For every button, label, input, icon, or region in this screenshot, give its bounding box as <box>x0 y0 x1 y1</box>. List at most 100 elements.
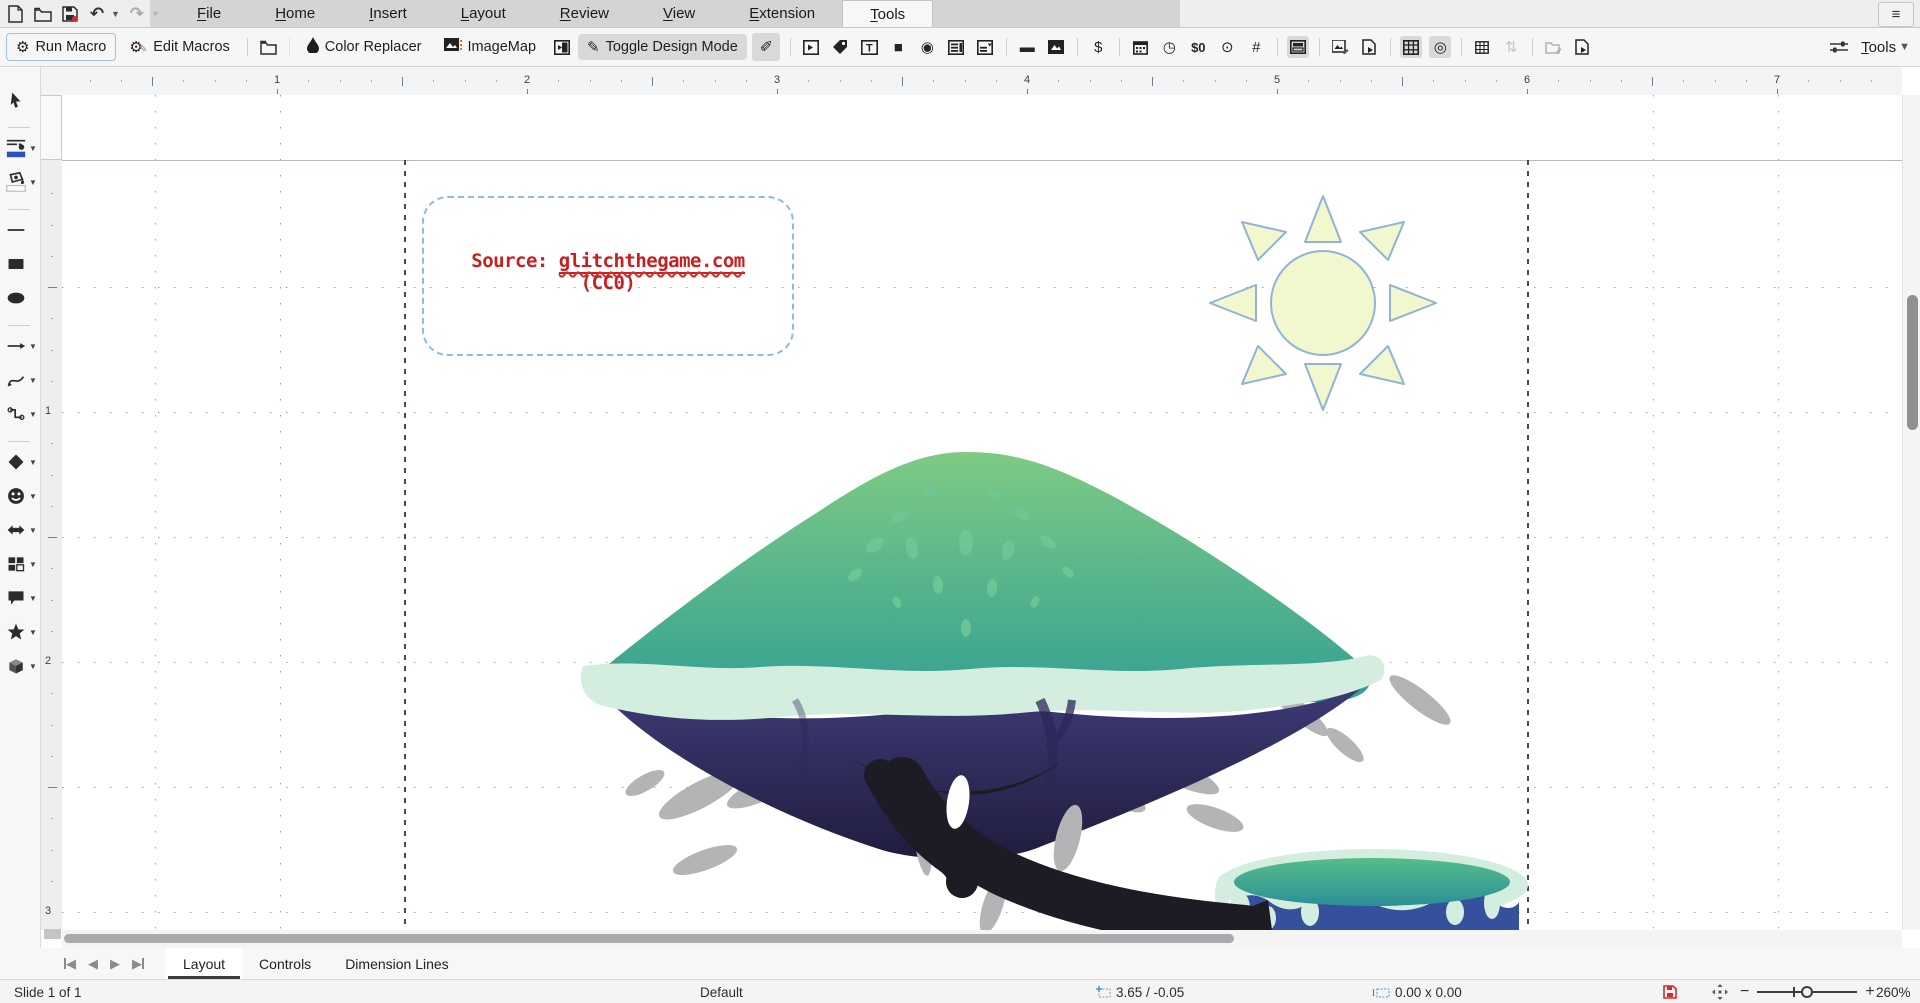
numeric-field-icon[interactable]: $0 <box>1187 36 1209 58</box>
menu-tab-tools[interactable]: Tools <box>842 0 933 27</box>
zoom-slider-knob[interactable] <box>1801 986 1813 998</box>
push-button-icon[interactable]: ▬ <box>1016 36 1038 58</box>
option-button-icon[interactable]: ◉ <box>916 36 938 58</box>
edit-macros-button[interactable]: ⚙✎ Edit Macros <box>120 34 238 60</box>
chevron-down-icon[interactable]: ▼ <box>29 410 37 419</box>
lines-and-arrows-tool[interactable]: ▼ <box>2 333 38 359</box>
last-layer-button[interactable]: ▶ <box>132 956 144 972</box>
currency-field-icon[interactable]: $ <box>1087 36 1109 58</box>
slide-canvas[interactable]: Source: glitchthegame.com (CC0) <box>62 95 1902 930</box>
symbol-shapes-tool[interactable]: ▼ <box>2 483 38 509</box>
fit-slide-icon[interactable] <box>1712 980 1728 1003</box>
navigation-bar-icon[interactable]: ◎ <box>1429 36 1451 58</box>
text-box-icon[interactable]: T <box>858 36 880 58</box>
undo-dropdown-arrow[interactable]: ▼ <box>111 9 120 19</box>
layer-tab-layout[interactable]: Layout <box>166 948 242 979</box>
menu-tab-review[interactable]: Review <box>533 0 636 27</box>
menu-tab-extension[interactable]: Extension <box>722 0 842 27</box>
connectors-tool[interactable]: ▼ <box>2 401 38 427</box>
block-arrows-tool[interactable]: ▼ <box>2 517 38 543</box>
tools-toolbar: ⚙ Run Macro ⚙✎ Edit Macros Color Replace… <box>0 28 1920 67</box>
show-form-icon[interactable] <box>800 36 822 58</box>
chevron-down-icon[interactable]: ▼ <box>29 560 37 569</box>
toggle-design-mode-button[interactable]: ✎ Toggle Design Mode <box>578 34 747 60</box>
redo-dropdown-arrow[interactable]: ▼ <box>151 9 160 19</box>
basic-macros-folder-icon[interactable] <box>257 36 279 58</box>
fill-color-tool[interactable]: ▼ <box>2 169 38 195</box>
time-field-icon[interactable]: ◷ <box>1158 36 1180 58</box>
chevron-down-icon[interactable]: ▼ <box>29 376 37 385</box>
first-layer-button[interactable]: ◀ <box>64 956 76 972</box>
horizontal-scrollbar-thumb[interactable] <box>64 934 1234 943</box>
table-control-icon[interactable] <box>1400 36 1422 58</box>
rectangle-tool[interactable] <box>2 251 38 277</box>
threed-objects-tool[interactable]: ▼ <box>2 653 38 679</box>
pattern-field-icon[interactable]: ⊙ <box>1216 36 1238 58</box>
menu-tab-view[interactable]: View <box>636 0 722 27</box>
menubar-hamburger-button[interactable]: ≡ <box>1878 2 1914 27</box>
basic-shapes-tool[interactable]: ▼ <box>2 449 38 475</box>
save-icon[interactable] <box>60 4 80 24</box>
grid-control-icon[interactable] <box>1471 36 1493 58</box>
chevron-down-icon[interactable]: ▼ <box>29 342 37 351</box>
label-field-icon[interactable] <box>829 36 851 58</box>
chevron-down-icon[interactable]: ▼ <box>29 628 37 637</box>
ellipse-tool[interactable] <box>2 285 38 311</box>
source-text-box[interactable]: Source: glitchthegame.com (CC0) <box>422 196 794 356</box>
zoom-out-button[interactable]: − <box>1740 983 1749 1001</box>
chevron-down-icon[interactable]: ▼ <box>29 526 37 535</box>
toolbar-separator <box>1390 38 1391 56</box>
menu-tab-insert[interactable]: Insert <box>342 0 434 27</box>
horizontal-ruler[interactable]: 1234567 <box>40 67 1902 96</box>
layer-tab-controls[interactable]: Controls <box>242 948 328 979</box>
next-layer-button[interactable]: ▶ <box>110 956 120 972</box>
new-document-icon[interactable] <box>6 4 26 24</box>
check-box-icon[interactable]: ■ <box>887 36 909 58</box>
insert-line-tool[interactable] <box>2 217 38 243</box>
show-form-properties-icon[interactable] <box>551 36 573 58</box>
chevron-down-icon[interactable]: ▼ <box>29 144 37 153</box>
stars-banners-tool[interactable]: ▼ <box>2 619 38 645</box>
menu-tab-home[interactable]: Home <box>248 0 342 27</box>
chevron-down-icon[interactable]: ▼ <box>29 594 37 603</box>
document-modified-icon[interactable] <box>1663 980 1677 1003</box>
undo-icon[interactable]: ↶ <box>87 4 107 24</box>
date-field-icon[interactable] <box>1129 36 1151 58</box>
image-control-icon[interactable] <box>1329 36 1351 58</box>
zoom-level-label[interactable]: 260% <box>1876 980 1911 1003</box>
tools-menu-button[interactable]: Tools ▼ <box>1861 39 1910 56</box>
layer-tab-dimension-lines[interactable]: Dimension Lines <box>328 948 466 979</box>
toolbar-customize-sliders-icon[interactable] <box>1828 36 1850 58</box>
design-pencil-icon[interactable]: ✐ <box>752 33 780 61</box>
select-tool[interactable] <box>2 87 38 113</box>
vertical-scrollbar[interactable] <box>1902 95 1920 930</box>
horizontal-scrollbar[interactable] <box>62 930 1902 948</box>
flowchart-tool[interactable]: ▼ <box>2 551 38 577</box>
vertical-scrollbar-thumb[interactable] <box>1907 295 1918 430</box>
combo-box-icon[interactable] <box>974 36 996 58</box>
zoom-slider[interactable] <box>1757 991 1857 993</box>
color-replacer-button[interactable]: Color Replacer <box>298 33 431 61</box>
chevron-down-icon[interactable]: ▼ <box>29 178 37 187</box>
chevron-down-icon[interactable]: ▼ <box>29 458 37 467</box>
zoom-in-button[interactable]: + <box>1865 983 1874 1001</box>
menu-tab-layout[interactable]: Layout <box>434 0 533 27</box>
file-selection-icon[interactable] <box>1358 36 1380 58</box>
chevron-down-icon[interactable]: ▼ <box>29 662 37 671</box>
open-file-icon[interactable] <box>33 4 53 24</box>
image-button-icon[interactable] <box>1045 36 1067 58</box>
previous-layer-button[interactable]: ◀ <box>88 956 98 972</box>
run-macro-button[interactable]: ⚙ Run Macro <box>6 33 116 61</box>
vertical-ruler[interactable]: 123 <box>40 95 63 930</box>
line-color-tool[interactable]: ▼ <box>2 135 38 161</box>
formatted-field-icon[interactable]: # <box>1245 36 1267 58</box>
callouts-tool[interactable]: ▼ <box>2 585 38 611</box>
curves-polygons-tool[interactable]: ▼ <box>2 367 38 393</box>
more-controls-icon[interactable] <box>1287 36 1309 58</box>
slide-style-label[interactable]: Default <box>700 980 743 1003</box>
automatic-control-focus-icon[interactable] <box>1571 36 1593 58</box>
menu-tab-file[interactable]: File <box>170 0 248 27</box>
chevron-down-icon[interactable]: ▼ <box>29 492 37 501</box>
list-box-icon[interactable] <box>945 36 967 58</box>
imagemap-button[interactable]: ImageMap <box>435 34 546 61</box>
